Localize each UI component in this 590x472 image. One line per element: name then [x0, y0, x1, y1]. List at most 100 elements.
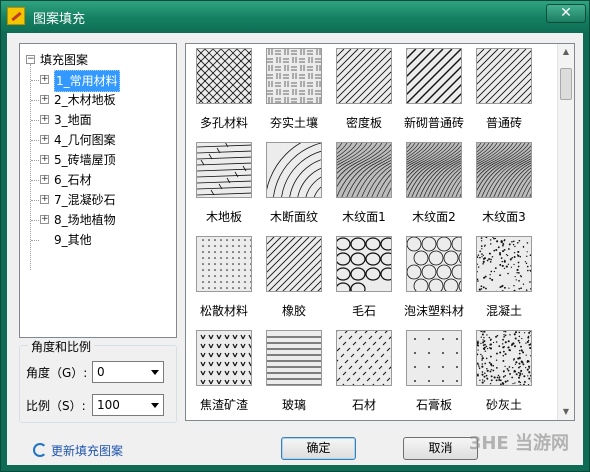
pattern-cell[interactable]: 橡胶: [262, 232, 334, 328]
tree-item-label: 7_混凝砂石: [54, 193, 116, 207]
pattern-swatch[interactable]: [336, 330, 392, 386]
tree-item-label: 5_砖墙屋顶: [54, 153, 116, 167]
pattern-cell[interactable]: 新砌普通砖: [402, 44, 474, 140]
pattern-gallery[interactable]: 多孔材料 夯实土壤 密度板 新砌普通砖 普通砖木地板 木断面纹 木纹面1 木纹面2 木纹面3 松散…: [185, 43, 575, 421]
pattern-swatch[interactable]: [266, 48, 322, 104]
tree-item-label: 2_木材地板: [54, 93, 116, 107]
angle-scale-group: 角度和比例 角度（G）: 0 比例（S）: 100: [19, 338, 177, 423]
close-button[interactable]: ✕: [546, 4, 586, 23]
pattern-cell[interactable]: 普通砖: [472, 44, 544, 140]
pattern-swatch[interactable]: [196, 236, 252, 292]
pattern-swatch[interactable]: [406, 142, 462, 198]
pattern-swatch[interactable]: [266, 330, 322, 386]
angle-combobox[interactable]: 0: [92, 361, 164, 383]
pattern-preview: [477, 237, 531, 291]
pattern-swatch[interactable]: [476, 330, 532, 386]
pattern-swatch[interactable]: [196, 142, 252, 198]
pattern-swatch[interactable]: [406, 236, 462, 292]
pattern-cell[interactable]: 松散材料: [192, 232, 264, 328]
tree-item-label: 9_其他: [54, 233, 92, 247]
pattern-label: 普通砖: [485, 116, 522, 130]
pattern-swatch[interactable]: [406, 330, 462, 386]
pattern-cell[interactable]: 石材: [332, 326, 404, 420]
pattern-swatch[interactable]: [196, 48, 252, 104]
pattern-preview: [267, 143, 321, 197]
scroll-up-icon[interactable]: ▲: [558, 44, 574, 60]
tree-branch-line: [31, 100, 39, 101]
pattern-swatch[interactable]: [476, 142, 532, 198]
pattern-cell[interactable]: 夯实土壤: [262, 44, 334, 140]
angle-label: 角度（G）:: [26, 366, 88, 380]
pattern-preview: [337, 49, 391, 103]
scale-combobox[interactable]: 100: [92, 394, 164, 416]
tree-item-label: 6_石材: [54, 173, 92, 187]
expand-icon[interactable]: +: [40, 215, 49, 224]
pattern-cell[interactable]: 毛石: [332, 232, 404, 328]
tree-root-label: 填充图案: [40, 53, 89, 67]
pattern-swatch[interactable]: [476, 236, 532, 292]
update-patterns-link[interactable]: 更新填充图案: [51, 442, 123, 459]
scroll-thumb[interactable]: [560, 68, 572, 100]
chevron-down-icon[interactable]: [151, 370, 159, 375]
tree-branch-line: [31, 120, 39, 121]
refresh-icon[interactable]: [33, 443, 47, 457]
pattern-label: 砂灰土: [485, 398, 522, 412]
pattern-cell[interactable]: 砂灰土: [472, 326, 544, 420]
category-tree[interactable]: − 填充图案 +1_常用材料 +2_木材地板 +3_地面 +4_几何图案 +5_砖墙屋顶…: [19, 43, 177, 338]
pattern-cell[interactable]: 木纹面2: [402, 138, 474, 234]
pattern-preview: [267, 237, 321, 291]
pattern-swatch[interactable]: [336, 236, 392, 292]
pattern-swatch[interactable]: [266, 142, 322, 198]
pattern-preview: [477, 331, 531, 385]
expand-icon[interactable]: +: [40, 75, 49, 84]
expand-icon[interactable]: +: [40, 115, 49, 124]
pattern-cell[interactable]: 木纹面3: [472, 138, 544, 234]
pattern-cell[interactable]: 密度板: [332, 44, 404, 140]
pattern-swatch[interactable]: [406, 48, 462, 104]
pattern-swatch[interactable]: [196, 330, 252, 386]
cancel-button[interactable]: 取消: [403, 437, 478, 460]
expand-icon[interactable]: +: [40, 95, 49, 104]
pattern-swatch[interactable]: [266, 236, 322, 292]
pattern-label: 橡胶: [281, 304, 306, 318]
pattern-preview: [197, 49, 251, 103]
pattern-preview: [337, 331, 391, 385]
collapse-icon[interactable]: −: [26, 55, 35, 64]
scale-value: 100: [97, 398, 120, 412]
expand-icon[interactable]: +: [40, 195, 49, 204]
app-icon: [7, 7, 25, 25]
tree-item-label: 3_地面: [54, 113, 92, 127]
pattern-cell[interactable]: 焦渣矿渣: [192, 326, 264, 420]
pattern-preview: [267, 336, 321, 385]
pattern-cell[interactable]: 木断面纹: [262, 138, 334, 234]
pattern-preview: [414, 338, 458, 382]
pattern-cell[interactable]: 混凝土: [472, 232, 544, 328]
pattern-preview: [337, 143, 391, 197]
tree-branch-line: [31, 240, 39, 241]
ok-button[interactable]: 确定: [281, 437, 356, 460]
pattern-cell[interactable]: 泡沫塑料材: [402, 232, 474, 328]
pattern-cell[interactable]: 木纹面1: [332, 138, 404, 234]
pattern-cell[interactable]: 木地板: [192, 138, 264, 234]
pattern-cell[interactable]: 石膏板: [402, 326, 474, 420]
expand-icon[interactable]: +: [40, 135, 49, 144]
pattern-label: 毛石: [351, 304, 376, 318]
pattern-label: 松散材料: [199, 304, 248, 318]
pattern-cell[interactable]: 多孔材料: [192, 44, 264, 140]
pattern-label: 石材: [351, 398, 376, 412]
pattern-cell[interactable]: 玻璃: [262, 326, 334, 420]
pattern-preview: [407, 237, 461, 291]
pattern-swatch[interactable]: [476, 48, 532, 104]
pattern-swatch[interactable]: [336, 48, 392, 104]
pattern-label: 木纹面3: [482, 210, 526, 224]
pattern-label: 石膏板: [415, 398, 452, 412]
vertical-scrollbar[interactable]: ▲ ▼: [557, 44, 574, 420]
pattern-label: 夯实土壤: [269, 116, 318, 130]
chevron-down-icon[interactable]: [151, 403, 159, 408]
expand-icon[interactable]: +: [40, 155, 49, 164]
pattern-label: 木纹面2: [412, 210, 456, 224]
pattern-label: 木纹面1: [342, 210, 386, 224]
pattern-swatch[interactable]: [336, 142, 392, 198]
expand-icon[interactable]: +: [40, 175, 49, 184]
scroll-down-icon[interactable]: ▼: [558, 404, 574, 420]
